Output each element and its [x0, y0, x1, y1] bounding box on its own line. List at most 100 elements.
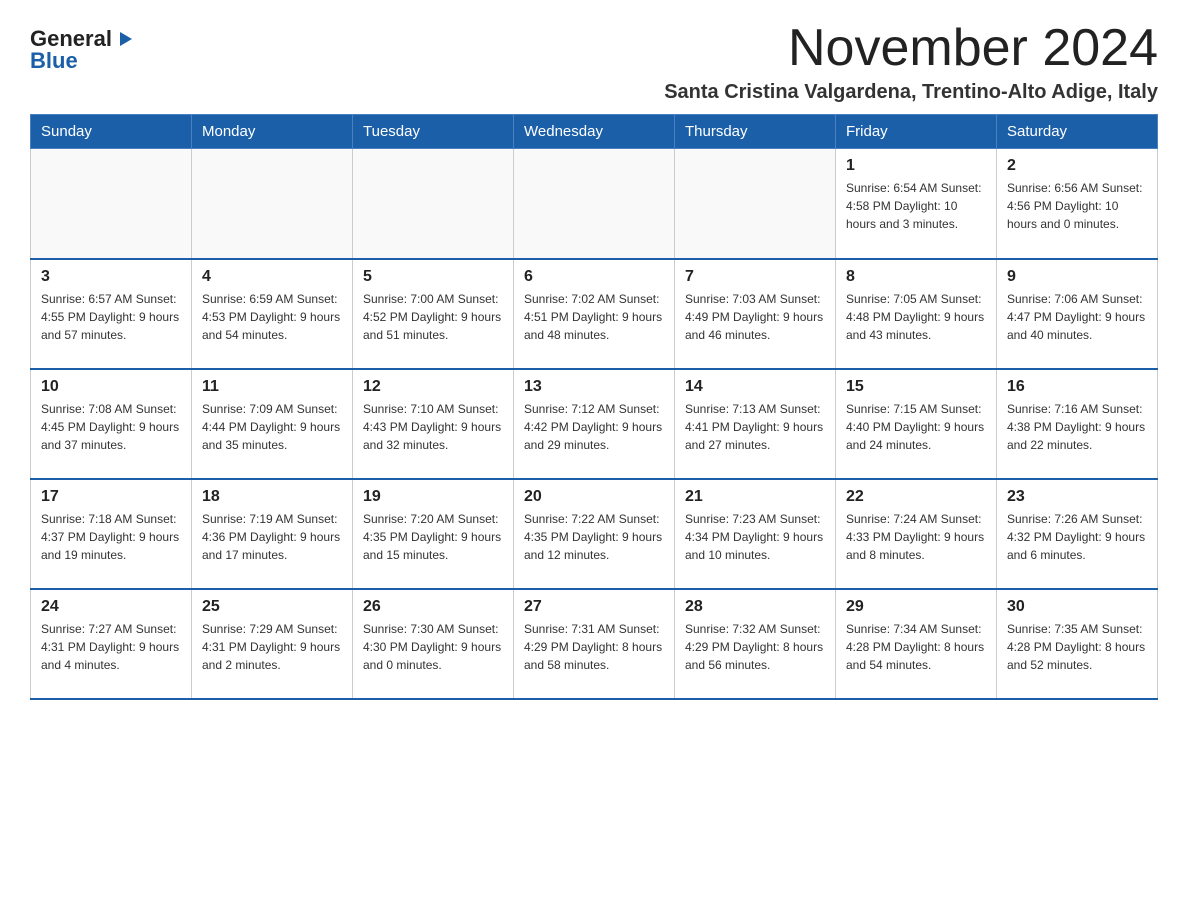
page-header: General Blue November 2024 Santa Cristin…	[30, 20, 1158, 104]
calendar-cell: 15 Sunrise: 7:15 AM Sunset: 4:40 PM Dayli…	[836, 369, 997, 479]
col-tuesday: Tuesday	[353, 115, 514, 149]
day-info: Sunrise: 7:35 AM Sunset: 4:28 PM Dayligh…	[1007, 620, 1147, 674]
day-info: Sunrise: 7:29 AM Sunset: 4:31 PM Dayligh…	[202, 620, 342, 674]
day-info: Sunrise: 7:09 AM Sunset: 4:44 PM Dayligh…	[202, 400, 342, 454]
day-info: Sunrise: 7:30 AM Sunset: 4:30 PM Dayligh…	[363, 620, 503, 674]
calendar-table: Sunday Monday Tuesday Wednesday Thursday…	[30, 114, 1158, 700]
calendar-cell: 20Sunrise: 7:22 AM Sunset: 4:35 PM Dayli…	[514, 479, 675, 589]
day-info: Sunrise: 7:18 AM Sunset: 4:37 PM Dayligh…	[41, 510, 181, 564]
calendar-cell: 23Sunrise: 7:26 AM Sunset: 4:32 PM Dayli…	[997, 479, 1158, 589]
calendar-cell: 12 Sunrise: 7:10 AM Sunset: 4:43 PM Dayli…	[353, 369, 514, 479]
day-info: Sunrise: 6:56 AM Sunset: 4:56 PM Dayligh…	[1007, 179, 1147, 233]
col-wednesday: Wednesday	[514, 115, 675, 149]
col-sunday: Sunday	[31, 115, 192, 149]
day-number: 8	[846, 268, 986, 286]
calendar-cell: 16 Sunrise: 7:16 AM Sunset: 4:38 PM Dayli…	[997, 369, 1158, 479]
day-number: 27	[524, 598, 664, 616]
title-section: November 2024 Santa Cristina Valgardena,…	[664, 20, 1158, 104]
day-number: 21	[685, 488, 825, 506]
day-number: 25	[202, 598, 342, 616]
calendar-cell: 27Sunrise: 7:31 AM Sunset: 4:29 PM Dayli…	[514, 589, 675, 699]
col-friday: Friday	[836, 115, 997, 149]
day-info: Sunrise: 7:24 AM Sunset: 4:33 PM Dayligh…	[846, 510, 986, 564]
day-info: Sunrise: 7:03 AM Sunset: 4:49 PM Dayligh…	[685, 290, 825, 344]
day-number: 1	[846, 157, 986, 175]
col-saturday: Saturday	[997, 115, 1158, 149]
day-info: Sunrise: 7:00 AM Sunset: 4:52 PM Dayligh…	[363, 290, 503, 344]
day-number: 23	[1007, 488, 1147, 506]
month-year-title: November 2024	[664, 20, 1158, 77]
calendar-cell: 25 Sunrise: 7:29 AM Sunset: 4:31 PM Dayli…	[192, 589, 353, 699]
day-info: Sunrise: 7:02 AM Sunset: 4:51 PM Dayligh…	[524, 290, 664, 344]
day-number: 12	[363, 378, 503, 396]
day-number: 28	[685, 598, 825, 616]
day-number: 3	[41, 268, 181, 286]
calendar-cell: 21 Sunrise: 7:23 AM Sunset: 4:34 PM Dayli…	[675, 479, 836, 589]
day-number: 13	[524, 378, 664, 396]
location-subtitle: Santa Cristina Valgardena, Trentino-Alto…	[664, 81, 1158, 104]
col-monday: Monday	[192, 115, 353, 149]
logo-arrow-icon	[114, 28, 136, 50]
calendar-cell: 3 Sunrise: 6:57 AM Sunset: 4:55 PM Daylig…	[31, 259, 192, 369]
day-info: Sunrise: 7:34 AM Sunset: 4:28 PM Dayligh…	[846, 620, 986, 674]
day-number: 11	[202, 378, 342, 396]
calendar-cell: 29Sunrise: 7:34 AM Sunset: 4:28 PM Dayli…	[836, 589, 997, 699]
day-info: Sunrise: 7:06 AM Sunset: 4:47 PM Dayligh…	[1007, 290, 1147, 344]
calendar-cell: 10 Sunrise: 7:08 AM Sunset: 4:45 PM Dayli…	[31, 369, 192, 479]
calendar-week-row: 1 Sunrise: 6:54 AM Sunset: 4:58 PM Daylig…	[31, 149, 1158, 259]
calendar-cell: 19 Sunrise: 7:20 AM Sunset: 4:35 PM Dayli…	[353, 479, 514, 589]
day-info: Sunrise: 7:08 AM Sunset: 4:45 PM Dayligh…	[41, 400, 181, 454]
day-number: 17	[41, 488, 181, 506]
day-number: 26	[363, 598, 503, 616]
day-number: 15	[846, 378, 986, 396]
calendar-cell: 26 Sunrise: 7:30 AM Sunset: 4:30 PM Dayli…	[353, 589, 514, 699]
calendar-header-row: Sunday Monday Tuesday Wednesday Thursday…	[31, 115, 1158, 149]
calendar-cell	[675, 149, 836, 259]
day-number: 7	[685, 268, 825, 286]
day-info: Sunrise: 7:16 AM Sunset: 4:38 PM Dayligh…	[1007, 400, 1147, 454]
calendar-week-row: 3 Sunrise: 6:57 AM Sunset: 4:55 PM Daylig…	[31, 259, 1158, 369]
day-number: 2	[1007, 157, 1147, 175]
day-number: 19	[363, 488, 503, 506]
day-info: Sunrise: 7:13 AM Sunset: 4:41 PM Dayligh…	[685, 400, 825, 454]
calendar-cell	[192, 149, 353, 259]
logo-general-text: General	[30, 28, 112, 50]
calendar-cell: 6 Sunrise: 7:02 AM Sunset: 4:51 PM Daylig…	[514, 259, 675, 369]
calendar-cell: 11 Sunrise: 7:09 AM Sunset: 4:44 PM Dayli…	[192, 369, 353, 479]
logo-blue-text: Blue	[30, 50, 78, 72]
day-info: Sunrise: 6:54 AM Sunset: 4:58 PM Dayligh…	[846, 179, 986, 233]
calendar-cell: 22 Sunrise: 7:24 AM Sunset: 4:33 PM Dayli…	[836, 479, 997, 589]
day-info: Sunrise: 7:19 AM Sunset: 4:36 PM Dayligh…	[202, 510, 342, 564]
calendar-week-row: 10 Sunrise: 7:08 AM Sunset: 4:45 PM Dayli…	[31, 369, 1158, 479]
day-number: 24	[41, 598, 181, 616]
calendar-cell	[353, 149, 514, 259]
calendar-week-row: 17 Sunrise: 7:18 AM Sunset: 4:37 PM Dayli…	[31, 479, 1158, 589]
calendar-cell: 2 Sunrise: 6:56 AM Sunset: 4:56 PM Daylig…	[997, 149, 1158, 259]
day-info: Sunrise: 7:10 AM Sunset: 4:43 PM Dayligh…	[363, 400, 503, 454]
day-number: 30	[1007, 598, 1147, 616]
day-number: 10	[41, 378, 181, 396]
calendar-cell: 18 Sunrise: 7:19 AM Sunset: 4:36 PM Dayli…	[192, 479, 353, 589]
day-number: 22	[846, 488, 986, 506]
day-info: Sunrise: 6:57 AM Sunset: 4:55 PM Dayligh…	[41, 290, 181, 344]
calendar-cell: 13 Sunrise: 7:12 AM Sunset: 4:42 PM Dayli…	[514, 369, 675, 479]
logo: General Blue	[30, 20, 136, 72]
day-number: 14	[685, 378, 825, 396]
day-number: 16	[1007, 378, 1147, 396]
day-info: Sunrise: 7:12 AM Sunset: 4:42 PM Dayligh…	[524, 400, 664, 454]
day-info: Sunrise: 7:22 AM Sunset: 4:35 PM Dayligh…	[524, 510, 664, 564]
day-info: Sunrise: 7:20 AM Sunset: 4:35 PM Dayligh…	[363, 510, 503, 564]
day-info: Sunrise: 7:32 AM Sunset: 4:29 PM Dayligh…	[685, 620, 825, 674]
calendar-cell: 30 Sunrise: 7:35 AM Sunset: 4:28 PM Dayli…	[997, 589, 1158, 699]
calendar-week-row: 24Sunrise: 7:27 AM Sunset: 4:31 PM Dayli…	[31, 589, 1158, 699]
day-number: 18	[202, 488, 342, 506]
day-number: 6	[524, 268, 664, 286]
calendar-cell: 1 Sunrise: 6:54 AM Sunset: 4:58 PM Daylig…	[836, 149, 997, 259]
day-number: 4	[202, 268, 342, 286]
day-info: Sunrise: 7:15 AM Sunset: 4:40 PM Dayligh…	[846, 400, 986, 454]
calendar-cell: 24Sunrise: 7:27 AM Sunset: 4:31 PM Dayli…	[31, 589, 192, 699]
calendar-cell	[31, 149, 192, 259]
day-number: 5	[363, 268, 503, 286]
day-info: Sunrise: 7:23 AM Sunset: 4:34 PM Dayligh…	[685, 510, 825, 564]
day-info: Sunrise: 7:05 AM Sunset: 4:48 PM Dayligh…	[846, 290, 986, 344]
